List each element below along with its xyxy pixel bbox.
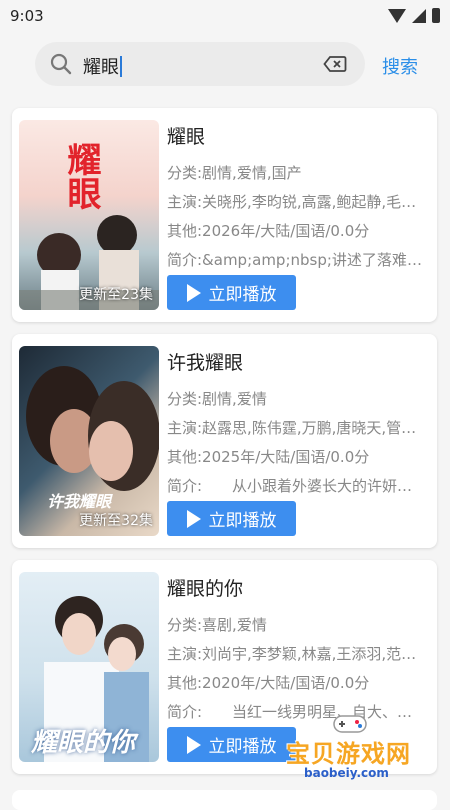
watermark-url: baobeiy.com: [304, 766, 389, 780]
item-intro: 简介: 从小跟着外婆长大的许妍…: [167, 477, 413, 495]
play-label: 立即播放: [208, 285, 277, 305]
watermark-name: 宝贝游戏网: [286, 740, 411, 768]
play-icon: [186, 735, 201, 754]
item-cast: 主演:赵露思,陈伟霆,万鹏,唐晓天,管…: [167, 419, 417, 437]
search-bar[interactable]: 耀眼: [35, 42, 365, 86]
search-button[interactable]: 搜索: [382, 53, 418, 79]
status-icons: [388, 8, 440, 23]
poster-image[interactable]: 许我耀眼 更新至32集: [19, 346, 159, 536]
item-cast: 主演:关晓彤,李昀锐,高露,鲍起静,毛…: [167, 193, 417, 211]
signal-icon: [412, 8, 426, 23]
play-icon: [186, 283, 201, 302]
item-other: 其他:2026年/大陆/国语/0.0分: [167, 222, 370, 240]
list-item[interactable]: 许我耀眼 更新至32集 许我耀眼 分类:剧情,爱情 主演:赵露思,陈伟霆,万鹏,…: [12, 334, 437, 548]
search-icon: [50, 53, 72, 75]
item-genre: 分类:剧情,爱情: [167, 390, 267, 408]
play-now-button[interactable]: 立即播放: [167, 275, 296, 310]
item-other: 其他:2025年/大陆/国语/0.0分: [167, 448, 370, 466]
text-caret: [120, 56, 122, 77]
list-item[interactable]: 耀眼 更新至23集 耀眼 分类:剧情,爱情,国产 主演:关晓彤,李昀锐,高露,鲍…: [12, 108, 437, 322]
poster-image[interactable]: 耀眼的你: [19, 572, 159, 762]
item-title[interactable]: 耀眼的你: [167, 574, 243, 601]
status-time: 9:03: [10, 7, 44, 25]
play-now-button[interactable]: 立即播放: [167, 501, 296, 536]
status-bar: 9:03: [0, 0, 450, 34]
play-label: 立即播放: [208, 511, 277, 531]
poster-title: 耀眼的你: [31, 728, 136, 758]
play-label: 立即播放: [208, 737, 277, 757]
battery-icon: [432, 8, 440, 23]
item-cast: 主演:刘尚宇,李梦颖,林嘉,王添羽,范…: [167, 645, 417, 663]
gamepad-icon: [333, 715, 367, 733]
play-icon: [186, 509, 201, 528]
backspace-clear-icon[interactable]: [323, 54, 347, 74]
search-query: 耀眼: [83, 57, 119, 78]
play-now-button[interactable]: 立即播放: [167, 727, 296, 762]
item-genre: 分类:剧情,爱情,国产: [167, 164, 302, 182]
poster-title: 耀眼: [61, 142, 101, 210]
next-list-item-peek[interactable]: [12, 790, 437, 810]
poster-title: 许我耀眼: [47, 492, 112, 511]
item-genre: 分类:喜剧,爱情: [167, 616, 267, 634]
item-title[interactable]: 许我耀眼: [167, 348, 243, 375]
site-watermark: 宝贝游戏网 baobeiy.com: [282, 712, 422, 792]
item-title[interactable]: 耀眼: [167, 122, 205, 149]
search-input[interactable]: 耀眼: [83, 53, 122, 79]
item-intro: 简介:&amp;amp;nbsp;讲述了落难千…: [167, 251, 433, 269]
episode-badge: 更新至23集: [79, 287, 153, 303]
episode-badge: 更新至32集: [79, 513, 153, 529]
poster-image[interactable]: 耀眼 更新至23集: [19, 120, 159, 310]
item-other: 其他:2020年/大陆/国语/0.0分: [167, 674, 370, 692]
wifi-icon: [388, 8, 406, 23]
